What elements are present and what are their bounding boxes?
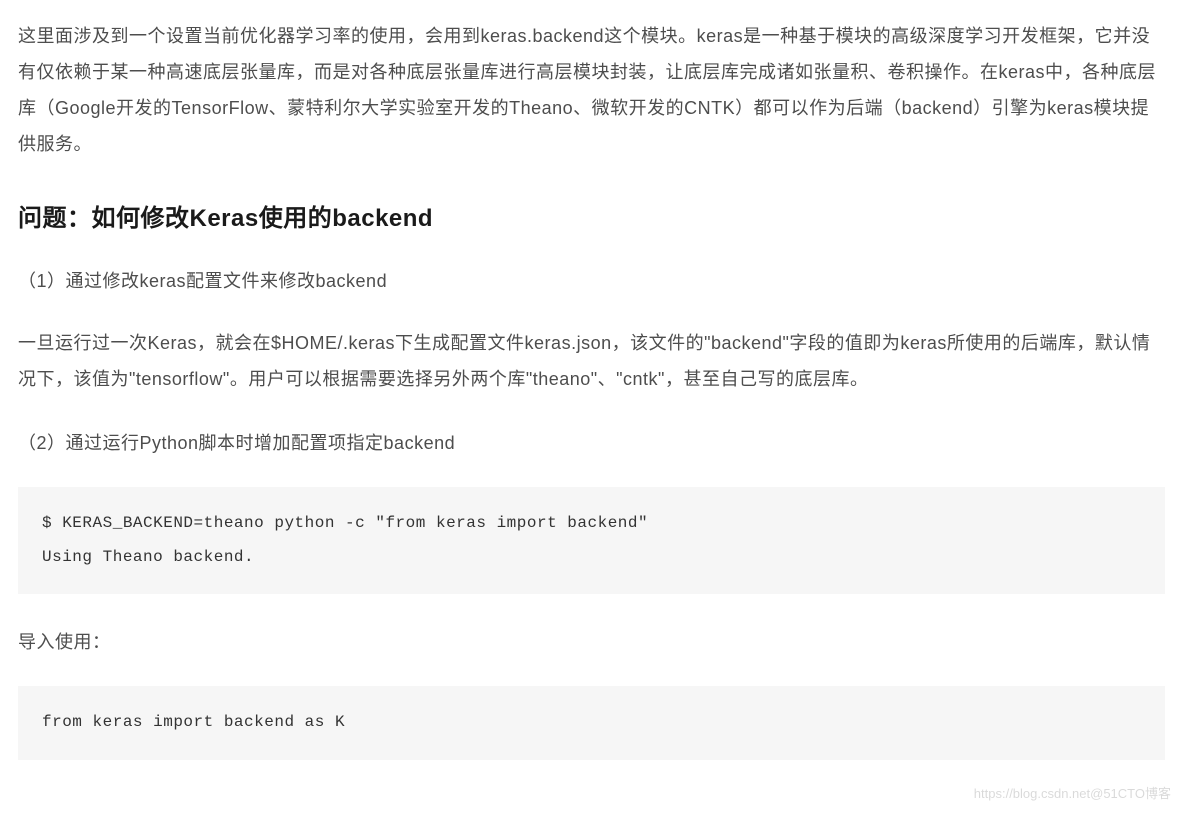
- method1-title: （1）通过修改keras配置文件来修改backend: [18, 263, 1165, 299]
- intro-paragraph: 这里面涉及到一个设置当前优化器学习率的使用，会用到keras.backend这个…: [18, 18, 1165, 162]
- watermark-text: https://blog.csdn.net@51CTO博客: [974, 783, 1171, 802]
- method2-title: （2）通过运行Python脚本时增加配置项指定backend: [18, 425, 1165, 461]
- section-heading: 问题：如何修改Keras使用的backend: [18, 198, 1165, 233]
- method1-description: 一旦运行过一次Keras，就会在$HOME/.keras下生成配置文件keras…: [18, 325, 1165, 397]
- code-block-2: from keras import backend as K: [18, 686, 1165, 760]
- import-label: 导入使用：: [18, 624, 1165, 660]
- code-block-1: $ KERAS_BACKEND=theano python -c "from k…: [18, 487, 1165, 594]
